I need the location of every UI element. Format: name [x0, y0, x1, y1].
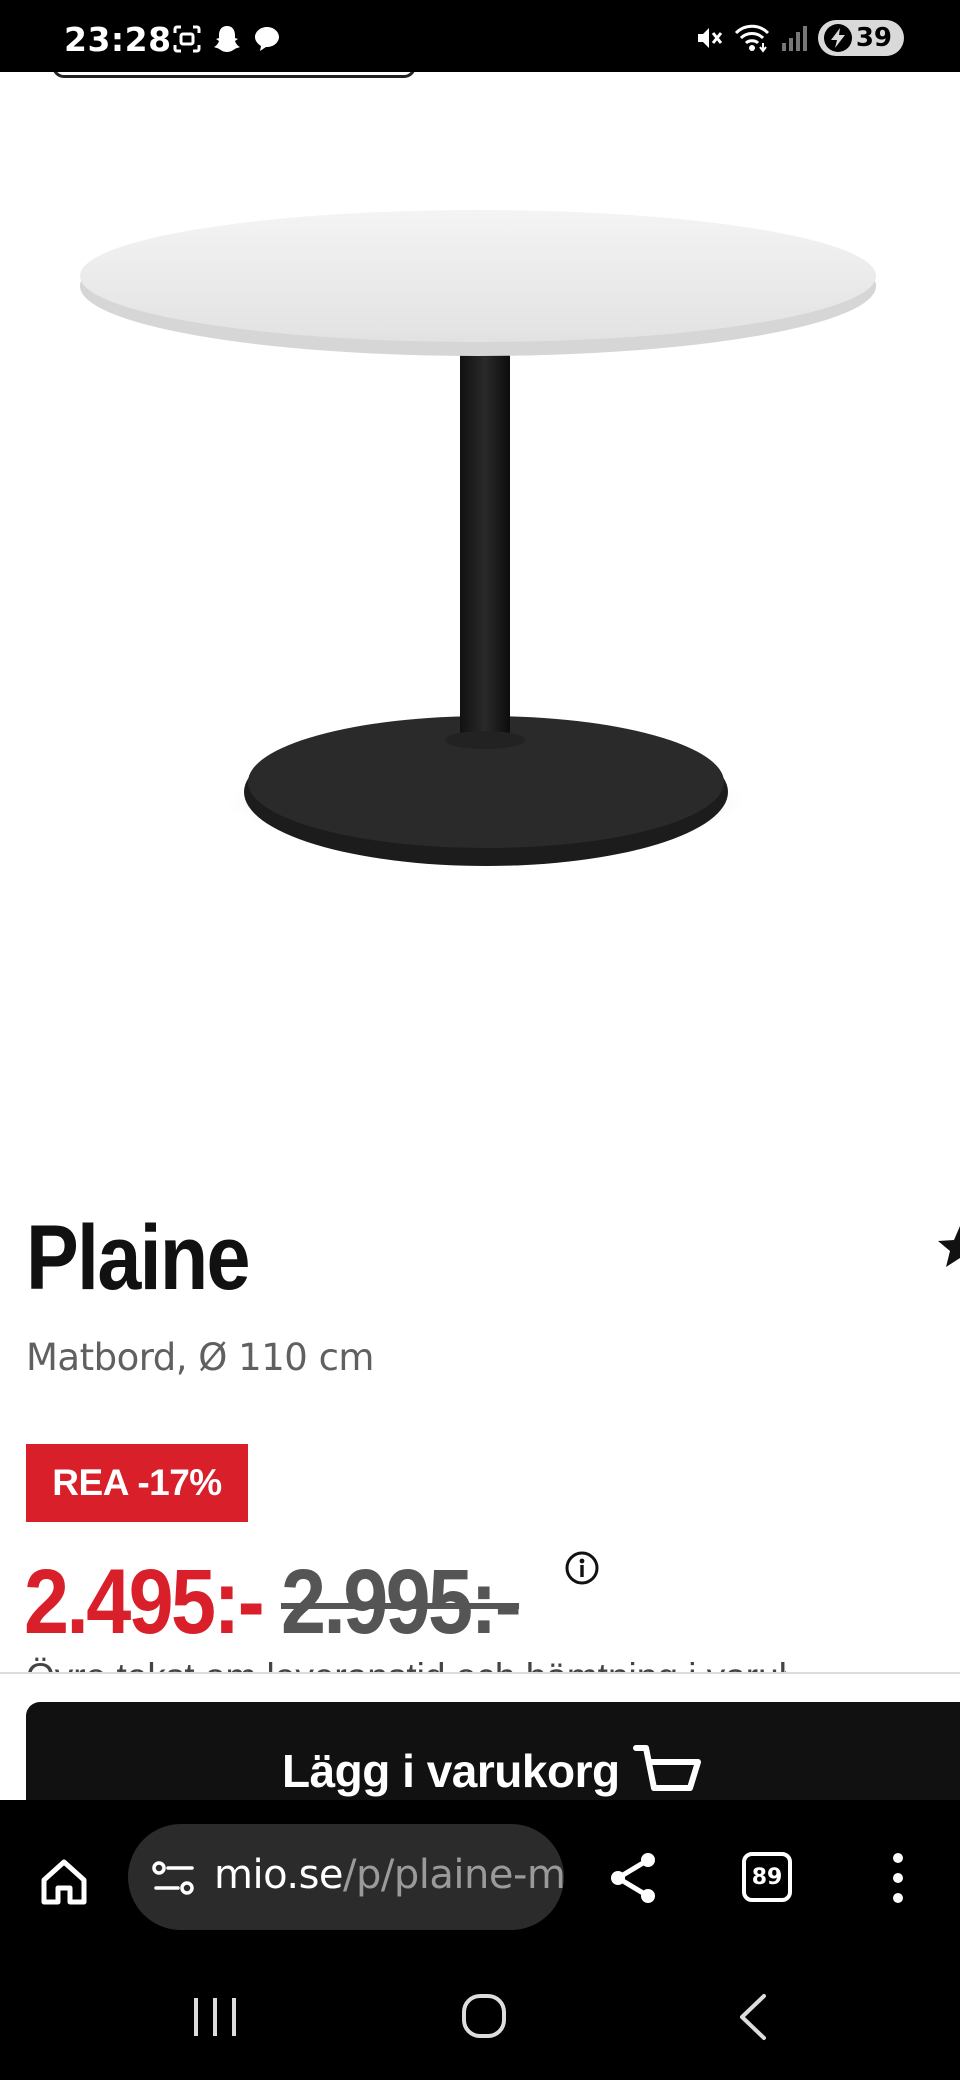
- screenshot-icon: [173, 25, 201, 53]
- address-bar[interactable]: mio.se/p/plaine-matbord: [128, 1824, 564, 1930]
- signal-icon: [781, 26, 807, 51]
- price-current: 2.495:-: [24, 1550, 265, 1653]
- price-old: 2.995:-: [280, 1550, 522, 1653]
- battery-indicator: 39: [817, 20, 904, 56]
- status-time: 23:28: [64, 20, 172, 59]
- status-right-icons: 39: [694, 20, 904, 56]
- share-icon[interactable]: [606, 1850, 662, 1906]
- round-pedestal-table-icon: [80, 210, 876, 866]
- info-icon[interactable]: [564, 1550, 600, 1586]
- url-text: mio.se/p/plaine-matbord: [214, 1852, 564, 1898]
- home-icon[interactable]: [36, 1854, 92, 1910]
- system-nav-bar: [0, 1956, 960, 2080]
- price-row: 2.495:- 2.995:-: [24, 1550, 551, 1653]
- product-image[interactable]: [0, 72, 960, 1152]
- sale-badge: REA -17%: [26, 1444, 248, 1522]
- recent-apps-icon[interactable]: [190, 1994, 240, 2040]
- star-icon[interactable]: [930, 1222, 960, 1270]
- site-settings-icon[interactable]: [150, 1856, 198, 1900]
- status-bar: 23:28 39: [0, 0, 960, 72]
- screen: 23:28 39 Plaine Matbord, Ø 110 cm REA -1…: [0, 0, 960, 2080]
- add-to-cart-button[interactable]: Lägg i varukorg: [26, 1702, 960, 1800]
- url-domain: mio.se: [214, 1852, 344, 1898]
- browser-toolbar: mio.se/p/plaine-matbord 89: [0, 1800, 960, 1956]
- delivery-text: Övre tekst om leveranstid och hämtning i…: [26, 1654, 786, 1672]
- chat-icon: [255, 27, 279, 51]
- shopping-basket-icon: [633, 1745, 701, 1791]
- product-subtitle: Matbord, Ø 110 cm: [26, 1336, 374, 1379]
- snapchat-icon: [214, 26, 240, 52]
- home-circle-icon[interactable]: [460, 1992, 508, 2040]
- product-title: Plaine: [26, 1207, 250, 1309]
- back-icon[interactable]: [734, 1992, 774, 2042]
- url-path: /p/plaine-matbord: [343, 1852, 564, 1898]
- battery-level: 39: [855, 23, 892, 53]
- more-vertical-icon[interactable]: [878, 1850, 918, 1906]
- wifi-icon: [734, 24, 769, 53]
- battery-charging-icon: [823, 24, 852, 52]
- tabs-button[interactable]: 89: [742, 1852, 792, 1902]
- add-to-cart-label: Lägg i varukorg: [282, 1745, 620, 1797]
- status-left-icons: [172, 24, 282, 54]
- mute-icon: [697, 28, 722, 48]
